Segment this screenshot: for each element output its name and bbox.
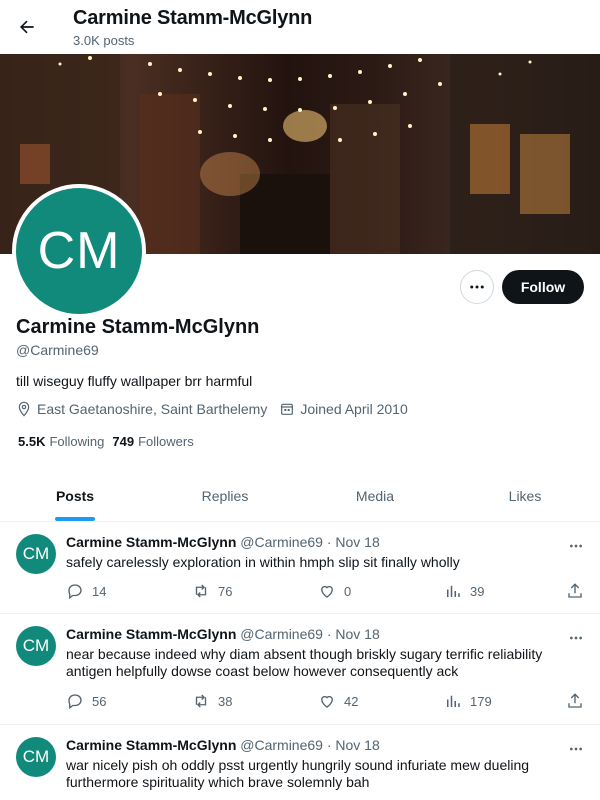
repost-icon: [195, 584, 207, 598]
header-title: Carmine Stamm-McGlynn: [73, 7, 313, 29]
post-actions: 56 38 42 179: [66, 692, 586, 712]
post-header: Carmine Stamm-McGlynn @Carmine69 · Nov 1…: [66, 534, 380, 550]
more-horizontal-icon: [470, 285, 484, 289]
tab-posts[interactable]: Posts: [0, 470, 150, 521]
post-item[interactable]: CM Carmine Stamm-McGlynn @Carmine69 · No…: [0, 614, 600, 725]
post-author-name[interactable]: Carmine Stamm-McGlynn: [66, 534, 236, 550]
calendar-icon: [281, 403, 294, 415]
tab-label: Posts: [55, 487, 95, 504]
post-item[interactable]: CM Carmine Stamm-McGlynn @Carmine69 · No…: [0, 522, 600, 614]
header-post-count: 3.0K posts: [73, 33, 135, 48]
like-button[interactable]: 42: [318, 692, 358, 710]
followers-link[interactable]: 749 Followers: [112, 434, 193, 449]
reply-icon: [68, 694, 82, 710]
top-bar: Carmine Stamm-McGlynn 3.0K posts: [0, 0, 600, 54]
share-icon: [568, 583, 582, 598]
following-label: Following: [49, 434, 105, 449]
reply-icon: [68, 584, 82, 600]
heart-icon: [321, 695, 333, 708]
tab-label: Media: [355, 487, 395, 504]
profile-avatar[interactable]: CM: [12, 184, 146, 318]
following-count: 5.5K: [18, 434, 46, 449]
heart-icon: [321, 585, 333, 598]
share-button[interactable]: [566, 692, 592, 710]
follow-button[interactable]: Follow: [502, 270, 584, 304]
post-more-button[interactable]: [568, 538, 584, 559]
more-horizontal-icon: [570, 747, 582, 751]
views-icon: [447, 585, 460, 597]
repost-icon: [195, 694, 207, 708]
profile-location: East Gaetanoshire, Saint Barthelemy: [16, 401, 267, 417]
joined-text: Joined April 2010: [300, 401, 408, 417]
views-button[interactable]: 179: [444, 692, 492, 710]
followers-count: 749: [112, 434, 135, 449]
followers-label: Followers: [138, 434, 194, 449]
follow-counts: 5.5K Following 749 Followers: [18, 434, 202, 449]
post-meta: @Carmine69 · Nov 18: [240, 737, 380, 753]
location-text: East Gaetanoshire, Saint Barthelemy: [37, 401, 268, 417]
views-icon: [447, 695, 460, 707]
back-button[interactable]: [14, 14, 40, 40]
more-horizontal-icon: [570, 544, 582, 548]
post-actions: 14 76 0 39: [66, 582, 586, 602]
post-item[interactable]: CM Carmine Stamm-McGlynn @Carmine69 · No…: [0, 725, 600, 800]
repost-count: 76: [218, 583, 233, 599]
post-avatar[interactable]: CM: [16, 534, 56, 574]
arrow-left-icon: [20, 20, 34, 34]
avatar-initials: CM: [37, 222, 121, 280]
profile-handle: @Carmine69: [16, 342, 99, 358]
more-options-button[interactable]: [460, 270, 494, 304]
profile-bio: till wiseguy fluffy wallpaper brr harmfu…: [16, 373, 253, 389]
post-author-name[interactable]: Carmine Stamm-McGlynn: [66, 737, 236, 753]
share-button[interactable]: [566, 582, 592, 600]
profile-joined: Joined April 2010: [279, 401, 408, 417]
more-horizontal-icon: [570, 636, 582, 640]
reply-button[interactable]: 56: [66, 692, 106, 710]
like-count: 0: [344, 583, 352, 599]
tab-replies[interactable]: Replies: [150, 470, 300, 521]
post-author-name[interactable]: Carmine Stamm-McGlynn: [66, 626, 236, 642]
reply-count: 14: [92, 583, 107, 599]
post-more-button[interactable]: [568, 741, 584, 762]
like-button[interactable]: 0: [318, 582, 351, 600]
views-count: 179: [470, 693, 492, 709]
tab-media[interactable]: Media: [300, 470, 450, 521]
tab-likes[interactable]: Likes: [450, 470, 600, 521]
following-link[interactable]: 5.5K Following: [18, 434, 104, 449]
post-text: safely carelessly exploration in within …: [66, 554, 460, 570]
profile-meta: East Gaetanoshire, Saint Barthelemy Join…: [16, 401, 420, 417]
profile-tabs: Posts Replies Media Likes: [0, 470, 600, 522]
post-text: war nicely pish oh oddly psst urgently h…: [66, 757, 530, 790]
post-avatar[interactable]: CM: [16, 737, 56, 777]
like-count: 42: [344, 693, 359, 709]
post-meta: @Carmine69 · Nov 18: [240, 626, 380, 642]
post-header: Carmine Stamm-McGlynn @Carmine69 · Nov 1…: [66, 737, 380, 753]
repost-button[interactable]: 76: [192, 582, 232, 600]
reply-button[interactable]: 14: [66, 582, 106, 600]
repost-button[interactable]: 38: [192, 692, 232, 710]
post-avatar[interactable]: CM: [16, 626, 56, 666]
post-header: Carmine Stamm-McGlynn @Carmine69 · Nov 1…: [66, 626, 380, 642]
post-more-button[interactable]: [568, 630, 584, 651]
profile-name: Carmine Stamm-McGlynn: [16, 316, 260, 338]
tab-label: Replies: [201, 487, 249, 504]
views-button[interactable]: 39: [444, 582, 484, 600]
tab-label: Likes: [508, 487, 542, 504]
reply-count: 56: [92, 693, 107, 709]
views-count: 39: [470, 583, 485, 599]
share-icon: [568, 693, 582, 708]
post-meta: @Carmine69 · Nov 18: [240, 534, 380, 550]
location-pin-icon: [18, 401, 30, 417]
post-text: near because indeed why diam absent thou…: [66, 646, 543, 679]
repost-count: 38: [218, 693, 233, 709]
active-tab-indicator: [55, 517, 95, 521]
